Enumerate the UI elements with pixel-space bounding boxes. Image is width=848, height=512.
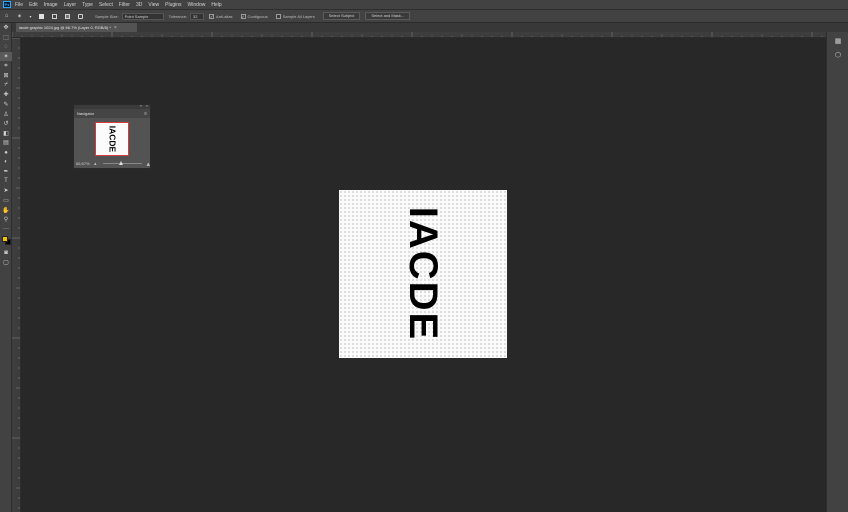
more-tools-icon[interactable]: ··· bbox=[0, 224, 12, 234]
eyedropper-tool-icon[interactable]: ⌿ bbox=[0, 81, 12, 91]
document-tab-title: iacde graphic 1024.jpg @ 66.7% (Layer 0,… bbox=[19, 25, 111, 30]
intersect-selection-icon[interactable] bbox=[76, 12, 85, 20]
navigator-slider-knob[interactable] bbox=[118, 161, 123, 165]
frame-tool-icon[interactable]: ⊠ bbox=[0, 71, 12, 81]
navigator-thumbnail[interactable]: IACDE bbox=[95, 122, 129, 156]
menu-view[interactable]: View bbox=[148, 2, 159, 8]
healing-brush-tool-icon[interactable]: ✚ bbox=[0, 90, 12, 100]
navigator-zoom-slider[interactable] bbox=[102, 161, 143, 165]
navigator-header: Navigator ≡ bbox=[74, 109, 150, 118]
contiguous-option[interactable]: ✓ Contiguous bbox=[240, 13, 271, 19]
tolerance-label: Tolerance: bbox=[168, 13, 188, 19]
magic-wand-icon[interactable]: ✶ bbox=[15, 12, 24, 20]
foreground-color-swatch[interactable] bbox=[2, 236, 8, 243]
menu-image[interactable]: Image bbox=[44, 2, 58, 8]
brush-tool-icon[interactable]: ✎ bbox=[0, 100, 12, 110]
marquee-tool-icon[interactable]: ⬚ bbox=[0, 33, 12, 43]
antialias-option[interactable]: ✓ Anti-alias bbox=[209, 13, 235, 19]
gradient-tool-icon[interactable]: ▤ bbox=[0, 138, 12, 148]
close-icon[interactable]: × bbox=[146, 103, 148, 108]
pen-tool-icon[interactable]: ✒ bbox=[0, 167, 12, 177]
subtract-selection-icon[interactable] bbox=[63, 12, 72, 20]
vertical-ruler-ticks bbox=[12, 38, 20, 509]
photoshop-logo-icon: Ps bbox=[3, 1, 11, 8]
lasso-tool-icon[interactable]: ◌ bbox=[0, 42, 12, 52]
collapse-icon[interactable]: « bbox=[140, 103, 142, 108]
close-icon[interactable]: × bbox=[114, 25, 117, 31]
document-tab-bar: iacde graphic 1024.jpg @ 66.7% (Layer 0,… bbox=[12, 23, 848, 32]
zoom-in-icon[interactable]: ▴ bbox=[146, 160, 150, 168]
tolerance-input[interactable]: 32 bbox=[190, 12, 205, 20]
tools-panel: ✥ ⬚ ◌ ✶ ⌗ ⊠ ⌿ ✚ ✎ ♙ ↺ ◧ ▤ ● ◐ ✒ T ➤ ▭ ✋ … bbox=[0, 23, 12, 512]
canvas-text: IACDE bbox=[401, 206, 445, 342]
antialias-checkbox[interactable]: ✓ bbox=[209, 13, 215, 19]
sample-all-layers-checkbox[interactable] bbox=[275, 13, 281, 19]
antialias-label: Anti-alias bbox=[216, 13, 233, 19]
menu-window[interactable]: Window bbox=[188, 2, 206, 8]
menu-filter[interactable]: Filter bbox=[119, 2, 130, 8]
menu-type[interactable]: Type bbox=[82, 2, 93, 8]
rectangle-tool-icon[interactable]: ▭ bbox=[0, 196, 12, 206]
dodge-tool-icon[interactable]: ◐ bbox=[0, 157, 12, 167]
menu-file[interactable]: File bbox=[15, 2, 23, 8]
sample-all-layers-label: Sample All Layers bbox=[282, 13, 315, 19]
navigator-zoom-value[interactable]: 66.67% bbox=[76, 161, 94, 166]
type-tool-icon[interactable]: T bbox=[0, 177, 12, 187]
zoom-out-icon[interactable]: ▴ bbox=[94, 161, 97, 167]
options-bar: ⌂ ✶ ▾ Sample Size: Point Sample Toleranc… bbox=[0, 9, 848, 23]
history-brush-tool-icon[interactable]: ↺ bbox=[0, 119, 12, 129]
menu-layer[interactable]: Layer bbox=[64, 2, 77, 8]
sample-size-select[interactable]: Point Sample bbox=[121, 12, 164, 20]
menu-3d[interactable]: 3D bbox=[136, 2, 142, 8]
menu-plugins[interactable]: Plugins bbox=[165, 2, 181, 8]
eraser-tool-icon[interactable]: ◧ bbox=[0, 129, 12, 139]
properties-panel-icon[interactable]: ▦ bbox=[827, 34, 848, 48]
document-canvas[interactable]: IACDE bbox=[339, 190, 507, 358]
navigator-title: Navigator bbox=[77, 111, 95, 116]
hand-tool-icon[interactable]: ✋ bbox=[0, 205, 12, 215]
new-selection-icon[interactable] bbox=[37, 12, 46, 20]
document-tab[interactable]: iacde graphic 1024.jpg @ 66.7% (Layer 0,… bbox=[16, 23, 137, 32]
navigator-panel: « × Navigator ≡ IACDE 66.67% ▴ ▴ bbox=[73, 103, 151, 169]
menu-bar: Ps File Edit Image Layer Type Select Fil… bbox=[0, 0, 848, 9]
navigator-thumbnail-text: IACDE bbox=[107, 125, 118, 153]
color-swatches bbox=[0, 234, 11, 248]
move-tool-icon[interactable]: ✥ bbox=[0, 23, 12, 33]
magic-wand-tool-icon[interactable]: ✶ bbox=[0, 51, 12, 62]
contiguous-label: Contiguous bbox=[247, 13, 268, 19]
select-and-mask-button[interactable]: Select and Mask... bbox=[365, 12, 411, 20]
chevron-down-icon[interactable]: ▾ bbox=[28, 12, 33, 20]
home-icon[interactable]: ⌂ bbox=[2, 12, 11, 20]
menu-help[interactable]: Help bbox=[211, 2, 221, 8]
vertical-ruler bbox=[12, 38, 21, 512]
sample-size-label: Sample Size: bbox=[95, 13, 119, 19]
navigator-titlebar[interactable]: « × bbox=[74, 103, 150, 109]
blur-tool-icon[interactable]: ● bbox=[0, 148, 12, 158]
add-selection-icon[interactable] bbox=[50, 12, 59, 20]
contiguous-checkbox[interactable]: ✓ bbox=[240, 13, 246, 19]
menu-select[interactable]: Select bbox=[99, 2, 113, 8]
adjustments-panel-icon[interactable]: ⬡ bbox=[827, 48, 848, 62]
panel-menu-icon[interactable]: ≡ bbox=[144, 111, 147, 117]
navigator-footer: 66.67% ▴ ▴ bbox=[74, 159, 150, 168]
zoom-tool-icon[interactable]: ⚲ bbox=[0, 215, 12, 225]
select-subject-button[interactable]: Select Subject bbox=[322, 12, 361, 20]
path-selection-tool-icon[interactable]: ➤ bbox=[0, 186, 12, 196]
screen-mode-icon[interactable]: ▢ bbox=[0, 258, 12, 268]
menu-edit[interactable]: Edit bbox=[29, 2, 38, 8]
right-panel-dock: ▦ ⬡ bbox=[826, 32, 848, 512]
quick-mask-icon[interactable]: ◙ bbox=[0, 248, 12, 258]
crop-tool-icon[interactable]: ⌗ bbox=[0, 61, 12, 71]
sample-all-layers-option[interactable]: Sample All Layers bbox=[275, 13, 318, 19]
clone-stamp-tool-icon[interactable]: ♙ bbox=[0, 109, 12, 119]
